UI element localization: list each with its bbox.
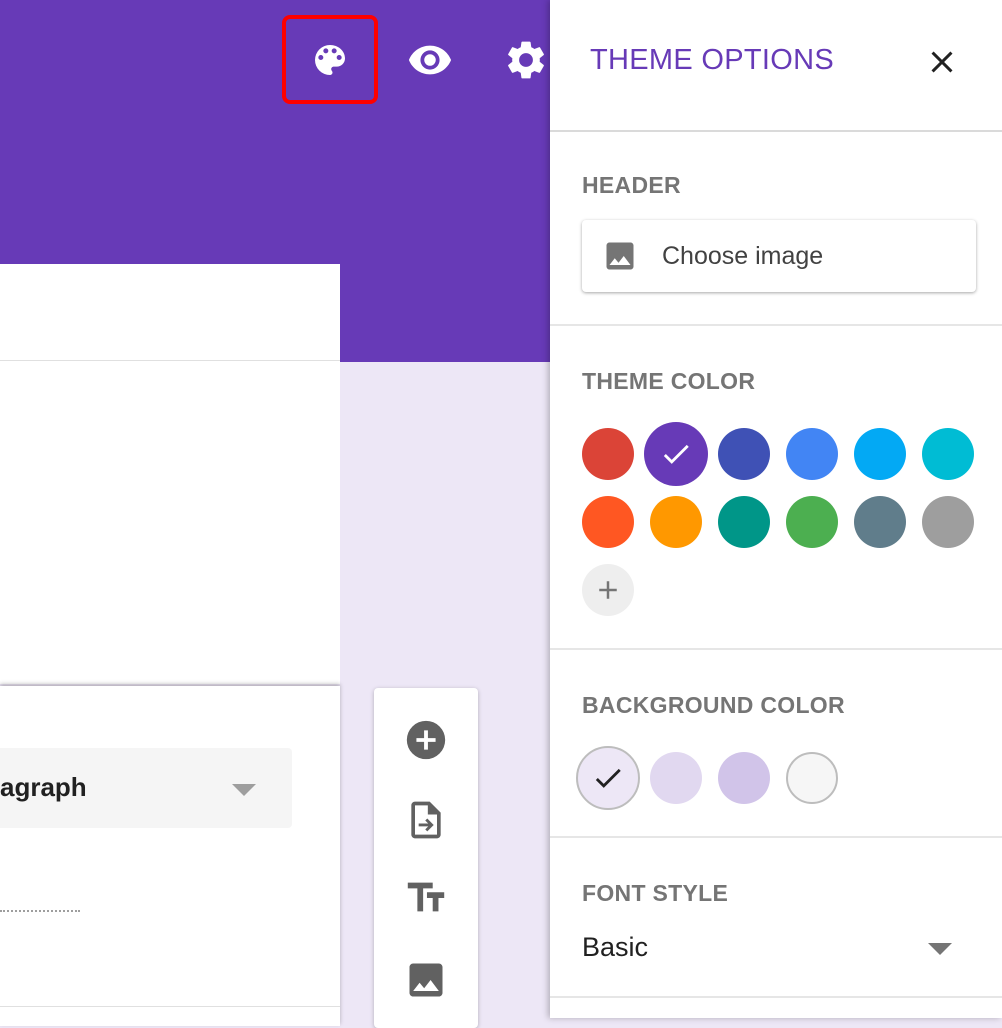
background-color-swatch[interactable]	[650, 752, 702, 804]
close-icon	[931, 51, 953, 73]
theme-color-swatch[interactable]	[922, 428, 974, 480]
settings-button[interactable]	[498, 30, 554, 90]
background-color-swatch[interactable]	[576, 746, 640, 810]
question-toolbar	[374, 688, 478, 1028]
dropdown-arrow-icon	[928, 943, 952, 955]
theme-color-swatch[interactable]	[922, 496, 974, 548]
choose-image-label: Choose image	[662, 242, 824, 270]
panel-title: THEME OPTIONS	[590, 44, 834, 76]
add-custom-color-button[interactable]	[582, 564, 634, 616]
theme-color-swatch[interactable]	[582, 428, 634, 480]
background-color-swatch[interactable]	[786, 752, 838, 804]
font-style-section-label: FONT STYLE	[582, 880, 729, 906]
eye-icon	[408, 45, 452, 75]
dropdown-arrow-icon	[232, 784, 256, 796]
add-image-button[interactable]	[402, 956, 450, 1004]
theme-color-swatch[interactable]	[644, 422, 708, 486]
import-icon	[411, 801, 441, 839]
image-icon	[606, 242, 634, 270]
theme-color-section-label: THEME COLOR	[582, 368, 756, 394]
plus-icon	[599, 581, 617, 599]
theme-color-swatch[interactable]	[854, 496, 906, 548]
import-questions-button[interactable]	[402, 796, 450, 844]
section-divider	[550, 648, 1002, 650]
card-divider	[0, 360, 340, 361]
close-button[interactable]	[922, 42, 962, 82]
theme-color-swatch[interactable]	[854, 428, 906, 480]
title-icon	[407, 882, 445, 912]
add-question-button[interactable]	[402, 716, 450, 764]
gear-icon	[508, 41, 544, 79]
theme-color-swatch[interactable]	[650, 496, 702, 548]
font-style-dropdown[interactable]: Basic	[582, 932, 648, 963]
theme-color-swatch[interactable]	[786, 428, 838, 480]
palette-icon	[315, 44, 345, 75]
image-icon	[409, 963, 443, 997]
question-type-dropdown[interactable]: agraph	[0, 748, 292, 828]
theme-color-swatch[interactable]	[718, 496, 770, 548]
question-type-label: agraph	[0, 772, 87, 802]
form-title-card[interactable]	[0, 264, 340, 684]
background-color-section-label: BACKGROUND COLOR	[582, 692, 845, 718]
section-divider	[550, 324, 1002, 326]
theme-color-swatch[interactable]	[718, 428, 770, 480]
choose-image-button[interactable]: Choose image	[582, 220, 976, 292]
theme-color-swatch[interactable]	[786, 496, 838, 548]
add-circle-icon	[406, 720, 446, 760]
check-icon	[595, 768, 621, 788]
panel-header: THEME OPTIONS	[550, 0, 1002, 132]
section-divider	[550, 836, 1002, 838]
card-divider	[0, 1006, 340, 1007]
add-title-button[interactable]	[402, 874, 450, 922]
theme-color-swatch[interactable]	[582, 496, 634, 548]
header-section-label: HEADER	[582, 172, 681, 198]
question-card[interactable]: agraph	[0, 686, 340, 1026]
theme-palette-button[interactable]	[282, 15, 378, 104]
background-color-swatch[interactable]	[718, 752, 770, 804]
section-divider	[550, 996, 1002, 998]
check-icon	[663, 444, 689, 464]
answer-placeholder-line	[0, 910, 80, 912]
theme-options-panel: THEME OPTIONS HEADER Choose image THEME …	[550, 0, 1002, 1018]
preview-button[interactable]	[400, 30, 460, 90]
